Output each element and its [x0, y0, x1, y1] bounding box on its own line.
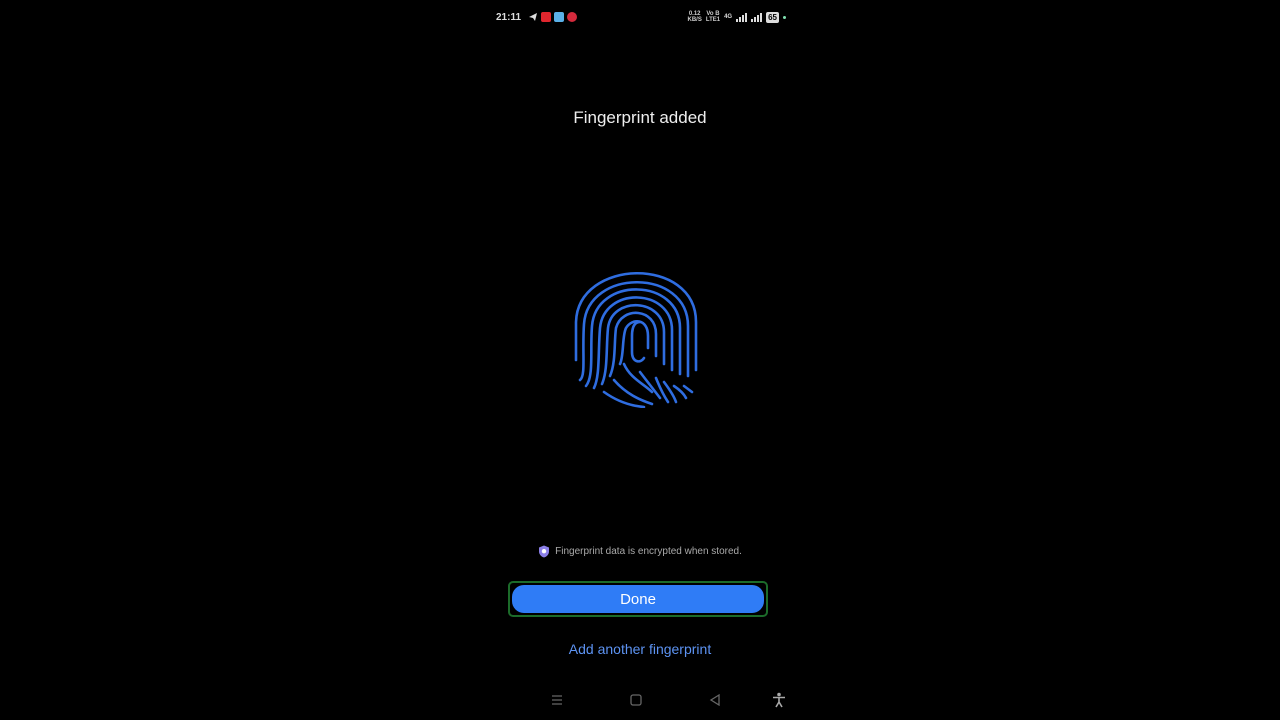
- fingerprint-icon: [574, 271, 698, 408]
- status-indicators: 0.12 KB/S Vo B LTE1 4G 65: [687, 11, 786, 23]
- menu-icon[interactable]: [547, 690, 567, 710]
- telegram-icon: [529, 13, 537, 21]
- encryption-notice-text: Fingerprint data is encrypted when store…: [555, 546, 742, 557]
- sim2-label: 4G: [724, 14, 733, 20]
- youtube-icon: [541, 12, 551, 22]
- notification-dot-icon: [783, 15, 786, 19]
- signal-icon: [736, 12, 748, 22]
- home-icon[interactable]: [626, 690, 646, 710]
- clock: 21:11: [496, 12, 522, 23]
- accessibility-icon[interactable]: [769, 690, 789, 710]
- signal-icon: [751, 12, 763, 22]
- navigation-bar: [490, 690, 790, 710]
- status-bar: 21:11 0.12 KB/S Vo B LTE1 4G 65: [490, 10, 790, 26]
- notification-icons: [528, 12, 577, 22]
- done-button[interactable]: Done: [512, 585, 764, 613]
- add-another-fingerprint-link[interactable]: Add another fingerprint: [490, 641, 790, 657]
- phone-screen: 21:11 0.12 KB/S Vo B LTE1 4G 65 Fingerpr…: [490, 0, 790, 720]
- volte-indicator: Vo B LTE1: [705, 11, 721, 23]
- encryption-notice: Fingerprint data is encrypted when store…: [490, 545, 790, 558]
- app-icon: [567, 12, 577, 22]
- battery-indicator: 65: [766, 11, 779, 23]
- network-speed: 0.12 KB/S: [687, 11, 702, 23]
- back-icon[interactable]: [705, 690, 725, 710]
- page-title: Fingerprint added: [573, 108, 707, 127]
- app-icon: [554, 12, 564, 22]
- done-button-focus-ring: Done: [508, 581, 768, 617]
- shield-icon: [539, 545, 550, 558]
